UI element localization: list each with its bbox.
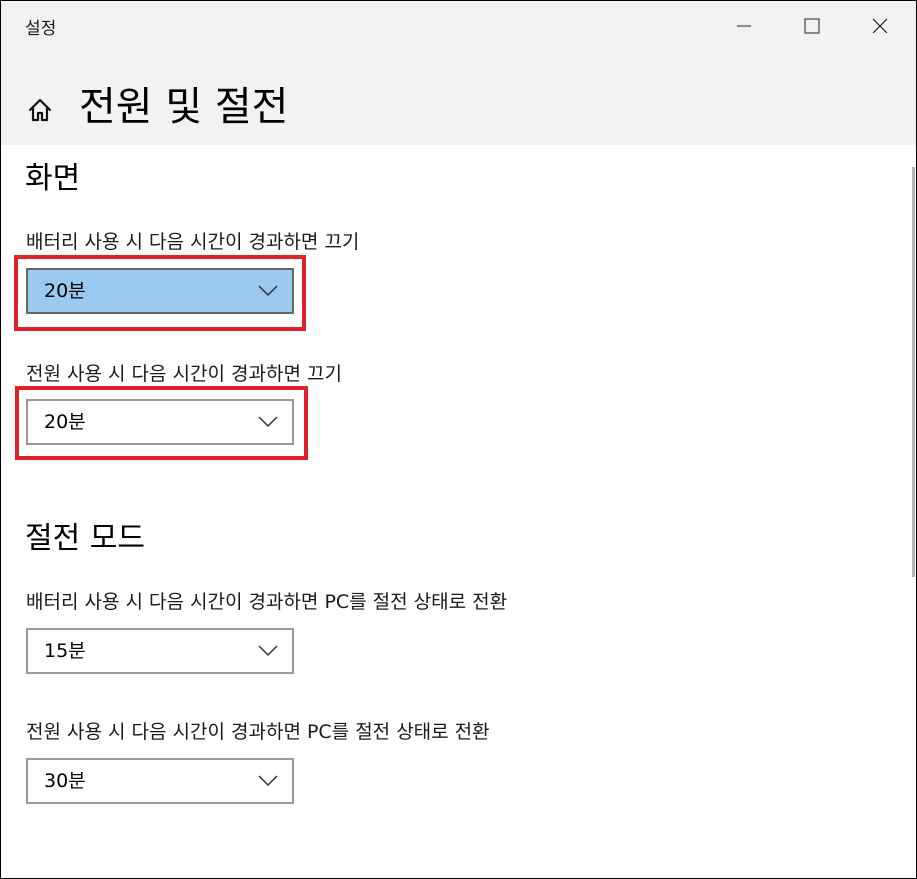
title-bar[interactable]: 설정 — [1, 1, 916, 51]
annotation-highlight-box — [14, 255, 306, 331]
screen-section-heading: 화면 — [25, 161, 81, 196]
page-title: 전원 및 절전 — [79, 84, 289, 130]
screen-plugged-label: 전원 사용 시 다음 시간이 경과하면 끄기 — [26, 363, 342, 385]
dropdown-value: 15분 — [44, 640, 86, 662]
app-title: 설정 — [25, 19, 57, 39]
maximize-icon — [804, 18, 820, 34]
minimize-icon — [737, 25, 751, 27]
sleep-plugged-dropdown[interactable]: 30분 — [26, 758, 294, 804]
settings-content: 화면 배터리 사용 시 다음 시간이 경과하면 끄기 20분 전원 사용 시 다… — [1, 145, 916, 878]
page-header: 전원 및 절전 — [1, 51, 916, 145]
screen-battery-label: 배터리 사용 시 다음 시간이 경과하면 끄기 — [26, 231, 360, 253]
close-button[interactable] — [846, 1, 914, 51]
minimize-button[interactable] — [710, 1, 778, 51]
sleep-plugged-label: 전원 사용 시 다음 시간이 경과하면 PC를 절전 상태로 전환 — [26, 721, 490, 743]
settings-window: 설정 전원 및 절전 화면 배터리 사용 시 다음 시간이 경과하면 끄기 20… — [0, 0, 917, 879]
sleep-section-heading: 절전 모드 — [25, 521, 145, 556]
annotation-highlight-box — [15, 386, 308, 460]
home-icon[interactable] — [27, 97, 53, 123]
sleep-battery-dropdown[interactable]: 15분 — [26, 628, 294, 674]
chevron-down-icon — [258, 775, 278, 787]
close-icon — [872, 18, 888, 34]
maximize-button[interactable] — [778, 1, 846, 51]
dropdown-value: 30분 — [44, 770, 86, 792]
sleep-battery-label: 배터리 사용 시 다음 시간이 경과하면 PC를 절전 상태로 전환 — [26, 591, 508, 613]
scrollbar-thumb[interactable] — [912, 167, 915, 577]
chevron-down-icon — [258, 645, 278, 657]
